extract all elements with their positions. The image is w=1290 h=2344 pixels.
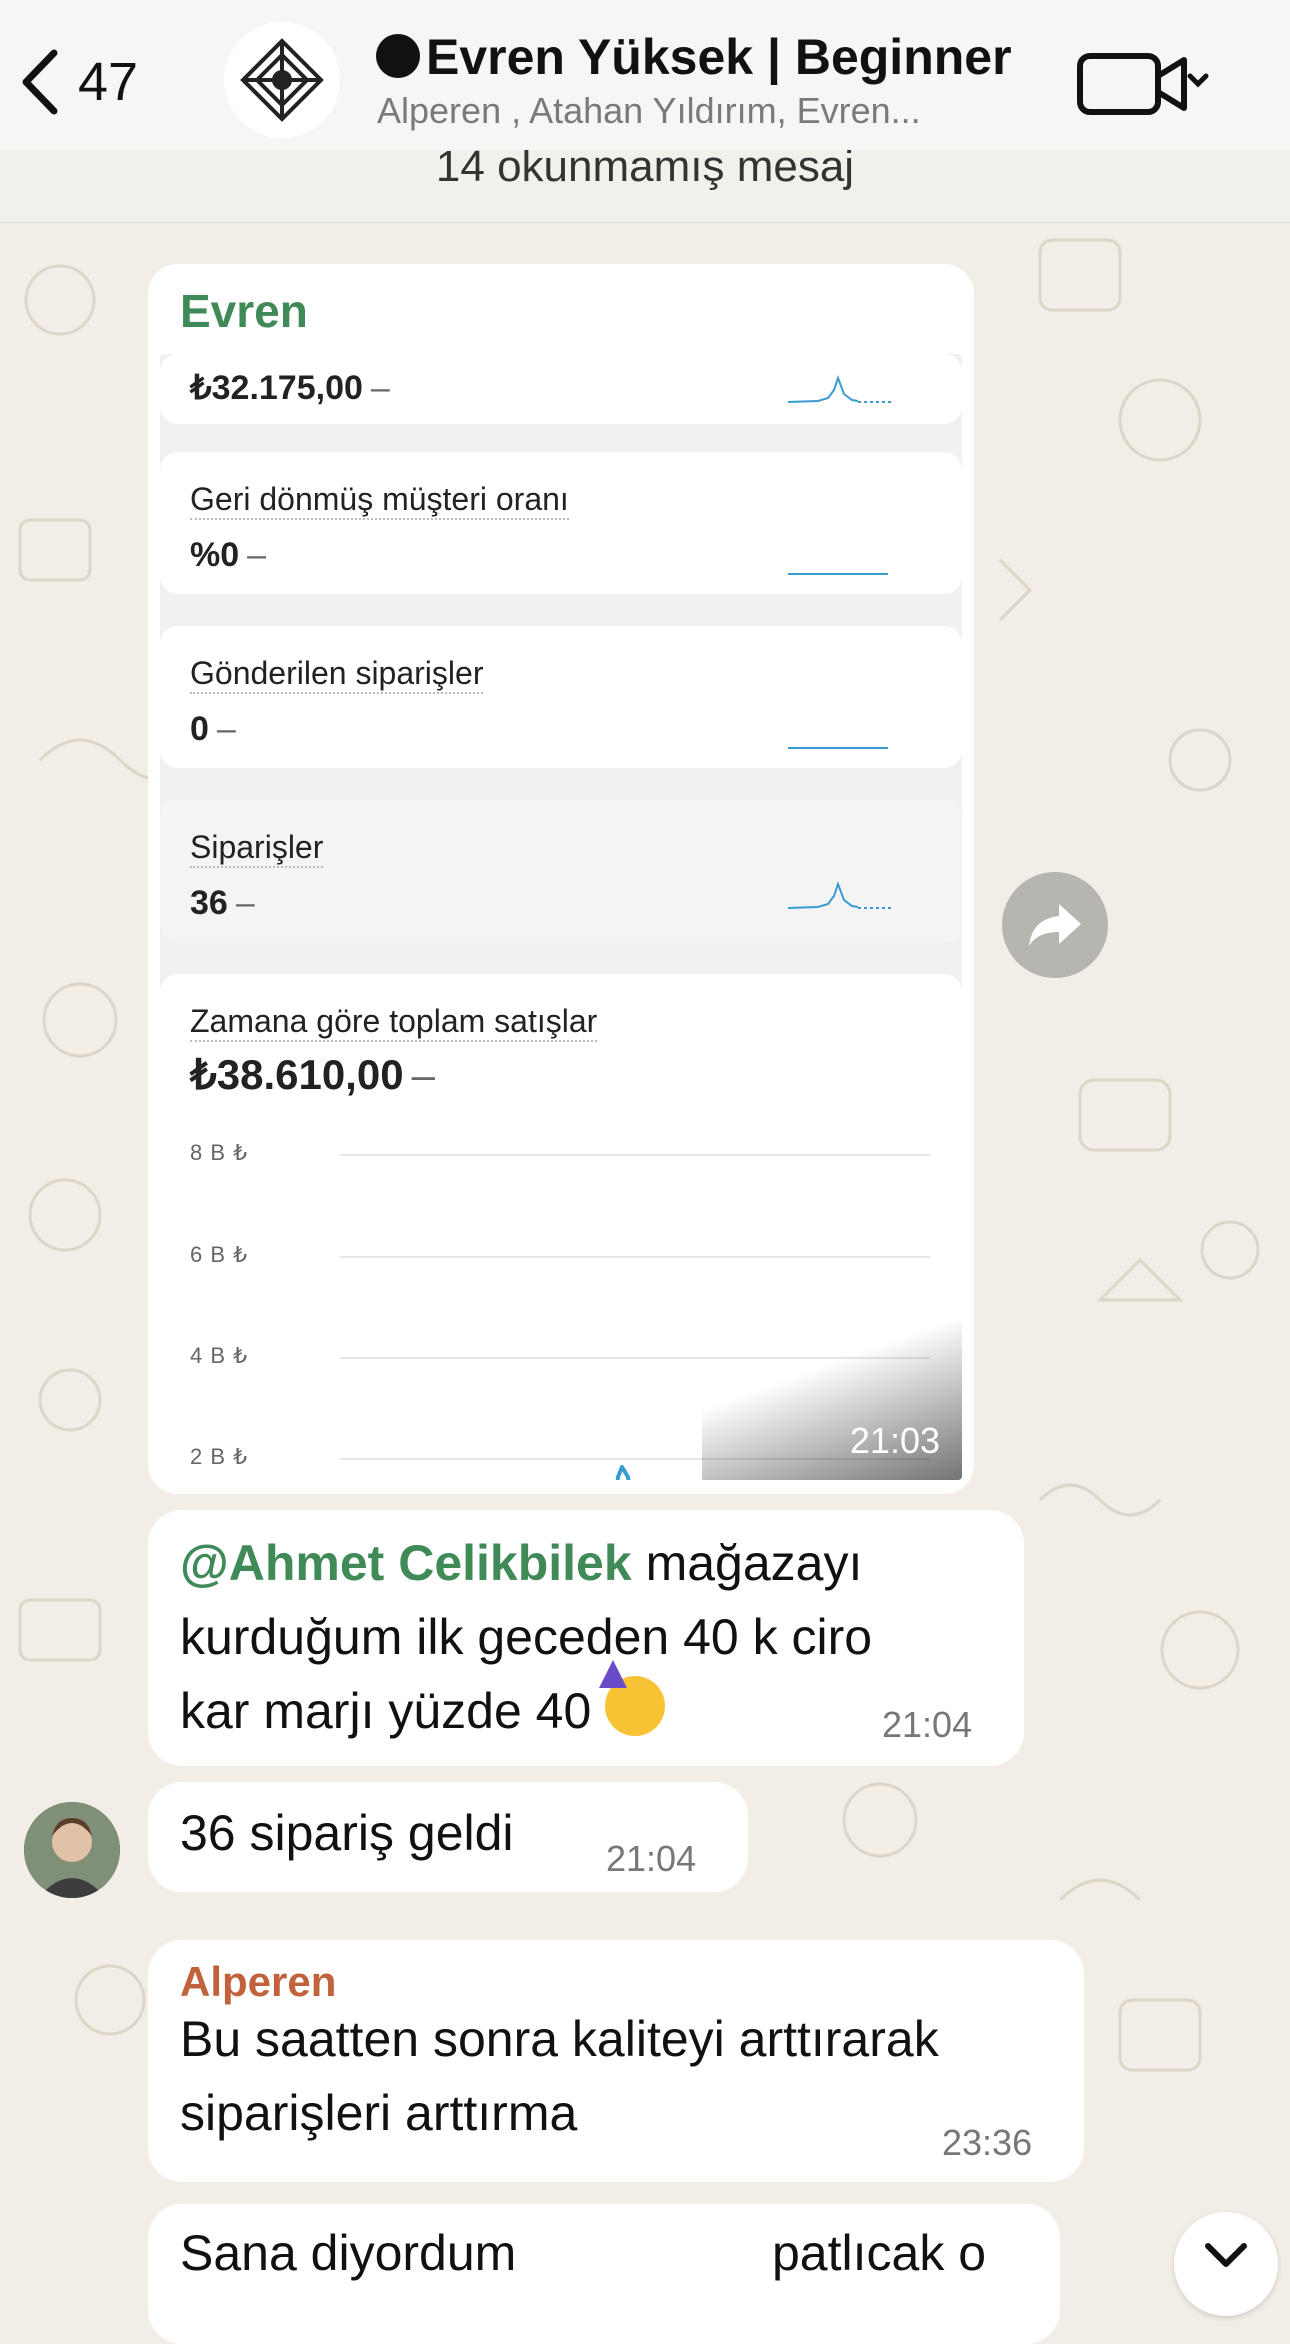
sender-avatar[interactable] [24, 1802, 120, 1898]
sender-name: Evren [180, 285, 308, 337]
sparkline-returning [788, 573, 888, 575]
black-circle-emoji [376, 34, 420, 78]
partying-face-emoji [599, 1660, 666, 1736]
unread-messages-banner: 14 okunmamış mesaj [0, 142, 1290, 223]
sparkline-sales [788, 375, 892, 403]
shared-screenshot[interactable]: ₺32.175,00– Geri dönmüş müşteri oranı %0… [160, 354, 962, 1480]
orders-value: 36 [190, 884, 228, 922]
card-title: Gönderilen siparişler [190, 654, 484, 694]
group-logo-icon [240, 38, 324, 122]
mention-link[interactable]: @Ahmet Celikbilek [180, 1535, 632, 1591]
message-time: 21:04 [882, 1704, 973, 1745]
message-bubble[interactable]: Alperen Bu saatten sonra kaliteyi arttır… [148, 1940, 1084, 2182]
sender-name: Alperen [180, 1958, 337, 2005]
stats-card-sales: ₺32.175,00– [160, 354, 962, 424]
sales-value: ₺32.175,00 [190, 369, 363, 407]
image-message-bubble[interactable]: Evren ₺32.175,00– Geri dönmüş müşteri or… [148, 264, 974, 1494]
message-time: 21:03 [849, 1420, 940, 1461]
message-text: Sana diyordum [180, 2225, 517, 2281]
sparkline-orders [788, 881, 892, 909]
back-button[interactable]: 47 [20, 42, 180, 122]
video-call-button[interactable] [1074, 46, 1214, 122]
chat-header: 47 Evren Yüksek | Beginner Alperen , Ata… [0, 0, 1290, 150]
person-photo [24, 1802, 120, 1898]
group-avatar[interactable] [224, 22, 340, 138]
chat-title[interactable]: Evren Yüksek | Beginner [376, 28, 1036, 86]
video-camera-icon [1077, 53, 1209, 115]
returning-value: %0 [190, 536, 240, 574]
message-text: Bu saatten sonra kaliteyi arttırarak sip… [180, 2011, 939, 2141]
message-bubble[interactable]: @Ahmet Celikbilek mağazayı kurduğum ilk … [148, 1510, 1024, 1766]
shipped-value: 0 [190, 710, 209, 748]
forward-button[interactable] [1002, 872, 1108, 978]
scroll-to-bottom-button[interactable] [1174, 2212, 1278, 2316]
stats-card-shipped: Gönderilen siparişler 0– [160, 626, 962, 768]
chevron-left-icon [22, 49, 58, 115]
card-title: Siparişler [190, 828, 324, 868]
sparkline-shipped [788, 747, 888, 749]
message-time: 21:04 [606, 1838, 697, 1879]
stats-card-orders: Siparişler 36– [160, 800, 962, 942]
message-bubble[interactable]: 36 sipariş geldi 21:04 [148, 1782, 748, 1892]
image-time-overlay: 21:03 [702, 1320, 962, 1480]
stats-card-returning: Geri dönmüş müşteri oranı %0– [160, 452, 962, 594]
chevron-down-icon [1205, 2243, 1247, 2267]
message-bubble[interactable]: Sana diyordum patlıcak o [148, 2204, 1060, 2344]
unread-chats-count: 47 [78, 52, 139, 112]
message-text: 36 sipariş geldi [180, 1805, 514, 1861]
chat-members[interactable]: Alperen , Atahan Yıldırım, Evren... [377, 90, 1017, 132]
message-text: patlıcak o [772, 2225, 987, 2281]
forward-arrow-icon [1029, 904, 1081, 946]
message-time: 23:36 [942, 2122, 1033, 2163]
card-title: Geri dönmüş müşteri oranı [190, 480, 569, 520]
